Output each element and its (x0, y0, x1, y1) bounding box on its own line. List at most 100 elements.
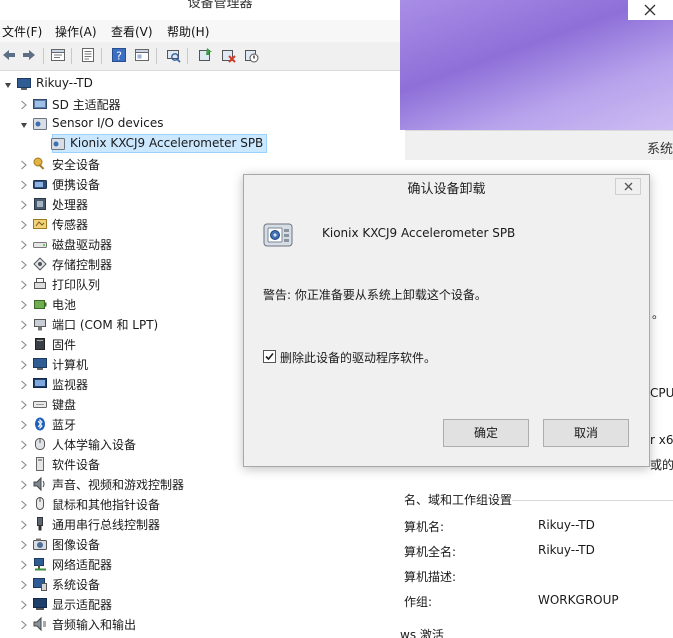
device-category-icon (32, 556, 48, 572)
expand-arrow-icon[interactable] (20, 459, 28, 470)
partial-text: r x64 (650, 433, 673, 447)
update-driver-icon[interactable] (196, 46, 214, 64)
device-category-icon (32, 616, 48, 632)
device-category-icon (32, 536, 48, 552)
expand-arrow-icon[interactable] (20, 599, 28, 610)
collapse-arrow-icon[interactable] (4, 79, 12, 89)
properties-icon[interactable] (79, 46, 97, 64)
expand-arrow-icon[interactable] (20, 499, 28, 510)
scan-hardware-icon[interactable] (164, 46, 182, 64)
device-category-icon (32, 256, 48, 272)
expand-arrow-icon[interactable] (20, 479, 28, 490)
delete-driver-checkbox[interactable] (263, 350, 276, 363)
tree-device-selected[interactable]: Kionix KXCJ9 Accelerometer SPB (0, 134, 400, 154)
expand-arrow-icon[interactable] (20, 159, 28, 170)
expand-arrow-icon[interactable] (20, 619, 28, 630)
tree-node-label: 端口 (COM 和 LPT) (52, 318, 159, 332)
toolbar-separator (187, 48, 188, 64)
expand-arrow-icon[interactable] (20, 399, 28, 410)
device-category-icon (32, 196, 48, 212)
ok-button[interactable]: 确定 (443, 419, 529, 447)
tree-category[interactable]: 通用串行总线控制器 (0, 514, 400, 534)
device-category-icon (32, 356, 48, 372)
expand-arrow-icon[interactable] (20, 579, 28, 590)
dialog-close-button[interactable] (615, 178, 641, 195)
tree-category[interactable]: 音频输入和输出 (0, 614, 400, 634)
menu-action[interactable]: 操作(A) (55, 23, 97, 40)
tree-node-label: 打印队列 (52, 278, 101, 292)
dialog-title: 确认设备卸载 (407, 182, 486, 197)
expand-arrow-icon[interactable] (20, 99, 28, 110)
expand-arrow-icon[interactable] (20, 439, 28, 450)
help-icon[interactable]: ? (110, 46, 128, 64)
tree-category[interactable]: Sensor I/O devices (0, 114, 400, 134)
expand-arrow-icon[interactable] (20, 239, 28, 250)
tree-category[interactable]: 系统设备 (0, 574, 400, 594)
tree-node-label: Sensor I/O devices (52, 116, 164, 130)
device-category-icon (32, 576, 48, 592)
device-category-icon (32, 296, 48, 312)
device-category-icon (32, 336, 48, 352)
expand-arrow-icon[interactable] (20, 259, 28, 270)
menu-file[interactable]: 文件(F) (2, 23, 42, 40)
back-arrow-icon[interactable] (0, 46, 18, 64)
tree-node-label: Rikuy--TD (36, 76, 93, 90)
expand-arrow-icon[interactable] (20, 419, 28, 430)
device-category-icon (32, 436, 48, 452)
system-header-text: 系统 (646, 142, 673, 157)
partial-text: 。 (652, 307, 665, 321)
forward-arrow-icon[interactable] (20, 46, 38, 64)
view-icon[interactable] (133, 46, 151, 64)
device-manager-titlebar: 设备管理器 (0, 0, 400, 14)
svg-text:?: ? (116, 50, 122, 63)
uninstall-device-icon[interactable] (219, 46, 237, 64)
expand-arrow-icon[interactable] (20, 359, 28, 370)
expand-arrow-icon[interactable] (20, 539, 28, 550)
full-name-value: Rikuy--TD (538, 543, 595, 557)
window-close-button[interactable] (628, 0, 673, 20)
tree-category[interactable]: SD 主适配器 (0, 94, 400, 114)
close-icon (624, 182, 632, 191)
tree-node-label: 磁盘驱动器 (52, 238, 113, 252)
collapse-arrow-icon[interactable] (20, 119, 28, 129)
tree-category[interactable]: 声音、视频和游戏控制器 (0, 474, 400, 494)
expand-arrow-icon[interactable] (20, 299, 28, 310)
expand-arrow-icon[interactable] (20, 519, 28, 530)
device-category-icon (32, 516, 48, 532)
tree-category[interactable]: 鼠标和其他指针设备 (0, 494, 400, 514)
warning-text: 警告: 你正准备要从系统上卸载这个设备。 (263, 288, 487, 302)
tree-category[interactable]: 网络适配器 (0, 554, 400, 574)
expand-arrow-icon[interactable] (20, 279, 28, 290)
expand-arrow-icon[interactable] (20, 199, 28, 210)
tree-node-label: 处理器 (52, 198, 89, 212)
device-category-icon (32, 216, 48, 232)
expand-arrow-icon[interactable] (20, 559, 28, 570)
sensor-device-icon (261, 218, 295, 252)
tree-category[interactable]: 安全设备 (0, 154, 400, 174)
expand-arrow-icon[interactable] (20, 319, 28, 330)
system-header-strip: 系统 (405, 130, 673, 161)
expand-arrow-icon[interactable] (20, 219, 28, 230)
tree-root-computer[interactable]: Rikuy--TD (0, 74, 400, 94)
tree-category[interactable]: 显示适配器 (0, 594, 400, 614)
cancel-button[interactable]: 取消 (543, 419, 629, 447)
tree-node-label: 电池 (52, 298, 77, 312)
activation-heading: ws 激活 (400, 628, 444, 638)
device-category-icon (32, 416, 48, 432)
tree-category[interactable]: 图像设备 (0, 534, 400, 554)
tree-node-label: 人体学输入设备 (52, 438, 137, 452)
menu-bar: 文件(F) 操作(A) 查看(V) 帮助(H) (0, 20, 400, 42)
tree-node-label: 固件 (52, 338, 77, 352)
expand-arrow-icon[interactable] (20, 179, 28, 190)
disable-device-icon[interactable] (242, 46, 260, 64)
menu-view[interactable]: 查看(V) (111, 23, 153, 40)
expand-arrow-icon[interactable] (20, 339, 28, 350)
device-category-icon (32, 116, 48, 132)
delete-driver-label[interactable]: 删除此设备的驱动程序软件。 (280, 349, 436, 366)
expand-arrow-icon[interactable] (20, 379, 28, 390)
menu-help[interactable]: 帮助(H) (167, 23, 209, 40)
device-category-icon (32, 596, 48, 612)
show-hidden-icon[interactable] (49, 46, 67, 64)
tree-node-label: SD 主适配器 (52, 98, 121, 112)
device-category-icon (32, 176, 48, 192)
